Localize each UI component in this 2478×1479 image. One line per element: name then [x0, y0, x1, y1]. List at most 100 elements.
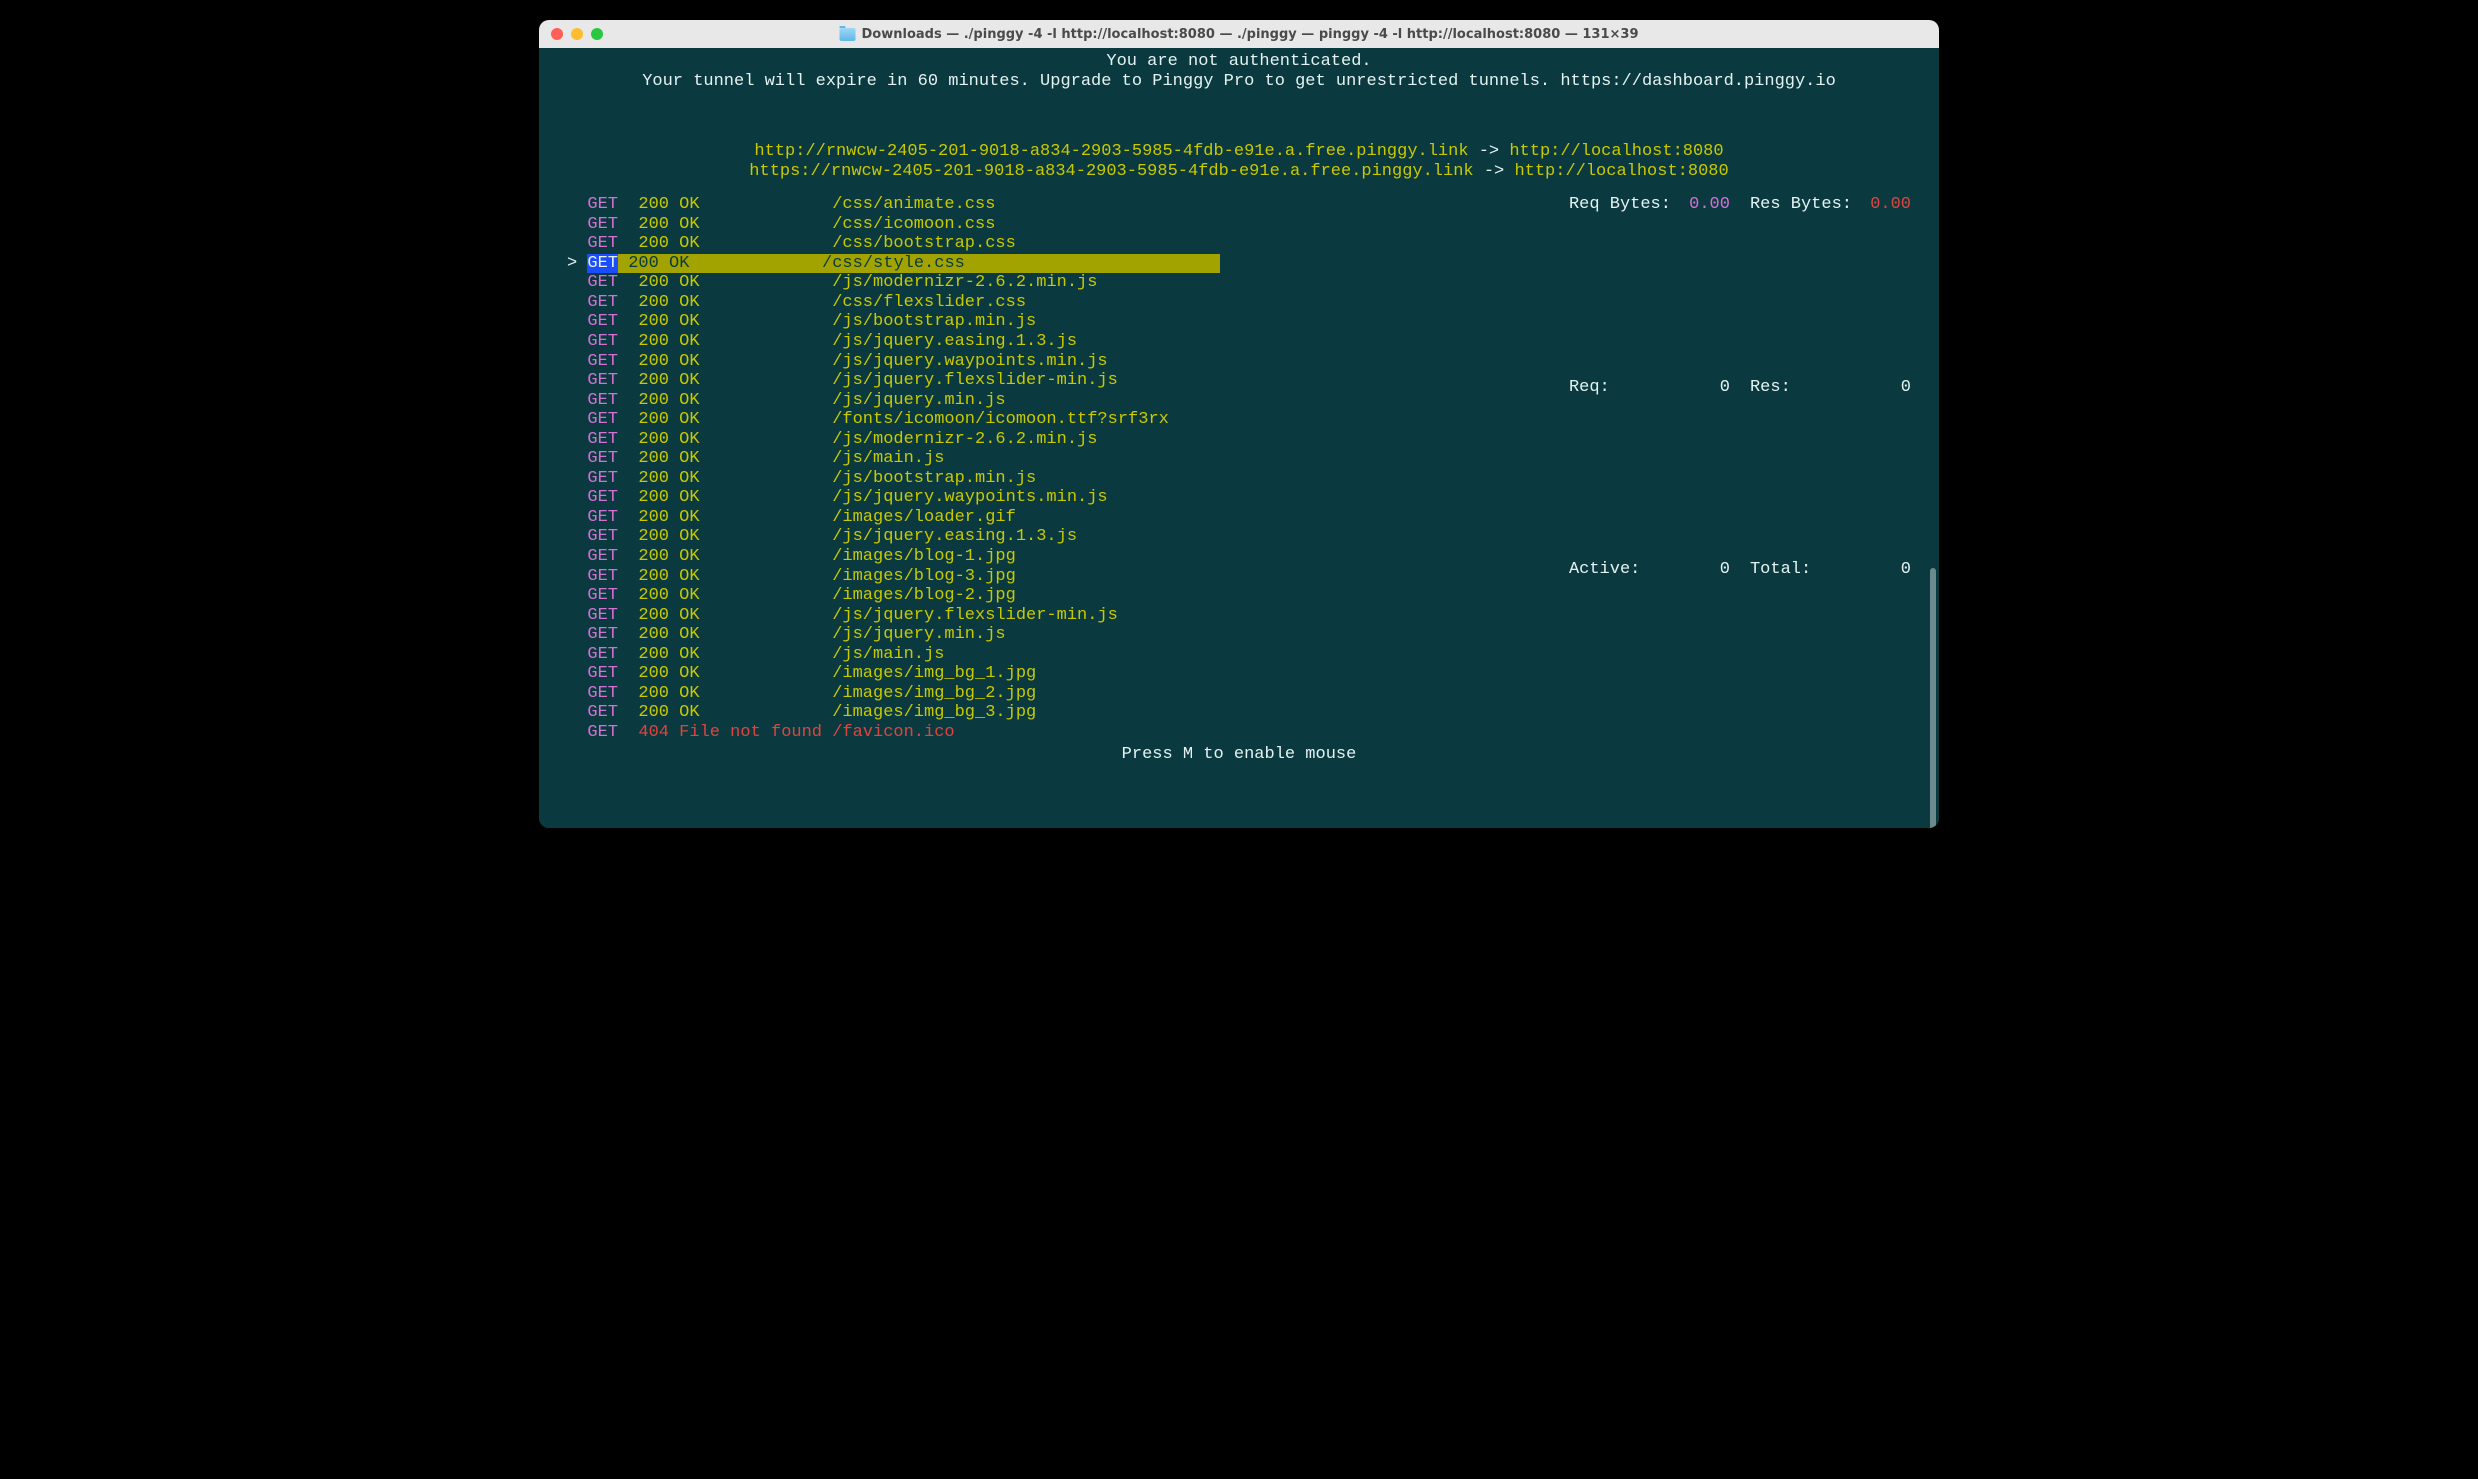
http-method: GET	[587, 723, 628, 743]
http-status-code: 200	[638, 312, 679, 332]
request-path: /js/jquery.easing.1.3.js	[832, 527, 1077, 547]
http-method: GET	[587, 567, 628, 587]
log-row[interactable]: GET 200OK /js/jquery.flexslider-min.js	[567, 606, 1220, 626]
http-status-text: OK	[679, 234, 832, 254]
folder-icon	[840, 28, 856, 41]
log-row[interactable]: GET 200OK /js/jquery.flexslider-min.js	[567, 371, 1220, 391]
http-method: GET	[587, 645, 628, 665]
http-status-code: 200	[638, 469, 679, 489]
request-path: /fonts/icomoon/icomoon.ttf?srf3rx	[832, 410, 1169, 430]
http-status-text: OK	[679, 293, 832, 313]
request-path: /images/blog-2.jpg	[832, 586, 1016, 606]
log-row[interactable]: GET 200OK /images/blog-2.jpg	[567, 586, 1220, 606]
log-row[interactable]: > GET 200 OK /css/style.css	[567, 254, 1220, 274]
scrollbar-thumb[interactable]	[1930, 568, 1936, 828]
req-bytes-value: 0.00	[1679, 195, 1730, 377]
log-row[interactable]: GET 200OK /images/img_bg_3.jpg	[567, 703, 1220, 723]
stats-panel: Req Bytes: 0.00 Res Bytes: 0.00 Req: 0 R…	[1569, 195, 1911, 742]
log-row[interactable]: GET 404File not found /favicon.ico	[567, 723, 1220, 743]
log-row[interactable]: GET 200OK /css/icomoon.css	[567, 215, 1220, 235]
tunnel-mapping: http://rnwcw-2405-201-9018-a834-2903-598…	[539, 142, 1939, 162]
log-row[interactable]: GET 200OK /js/jquery.waypoints.min.js	[567, 488, 1220, 508]
request-path: /css/bootstrap.css	[832, 234, 1016, 254]
tunnel-public-url: https://rnwcw-2405-201-9018-a834-2903-59…	[749, 162, 1473, 181]
total-value: 0	[1860, 560, 1911, 742]
row-marker	[567, 625, 587, 645]
log-row[interactable]: GET 200OK /images/blog-3.jpg	[567, 567, 1220, 587]
row-marker	[567, 352, 587, 372]
http-status-text: OK	[679, 664, 832, 684]
row-marker	[567, 606, 587, 626]
http-method: GET	[587, 410, 628, 430]
window-title-text: Downloads — ./pinggy -4 -l http://localh…	[862, 27, 1639, 42]
log-row[interactable]: GET 200OK /js/jquery.easing.1.3.js	[567, 527, 1220, 547]
http-method: GET	[587, 312, 628, 332]
http-method: GET	[587, 547, 628, 567]
request-path: /css/animate.css	[832, 195, 995, 215]
row-marker	[567, 195, 587, 215]
tunnel-local-url: http://localhost:8080	[1514, 162, 1728, 181]
row-marker	[567, 488, 587, 508]
log-row[interactable]: GET 200OK /js/jquery.waypoints.min.js	[567, 352, 1220, 372]
row-marker	[567, 391, 587, 411]
log-row[interactable]: GET 200OK /js/main.js	[567, 645, 1220, 665]
log-row[interactable]: GET 200OK /images/img_bg_2.jpg	[567, 684, 1220, 704]
log-row[interactable]: GET 200OK /images/img_bg_1.jpg	[567, 664, 1220, 684]
terminal-body[interactable]: You are not authenticated. Your tunnel w…	[539, 48, 1939, 828]
row-marker	[567, 312, 587, 332]
log-row[interactable]: GET 200OK /js/bootstrap.min.js	[567, 469, 1220, 489]
http-status-code: 200	[638, 645, 679, 665]
log-row[interactable]: GET 200OK /css/animate.css	[567, 195, 1220, 215]
request-log[interactable]: GET 200OK /css/animate.css GET 200OK /cs…	[567, 195, 1220, 742]
http-method: GET	[587, 430, 628, 450]
row-marker	[567, 547, 587, 567]
http-method: GET	[587, 273, 628, 293]
res-bytes-value: 0.00	[1860, 195, 1911, 377]
log-row[interactable]: GET 200OK /css/bootstrap.css	[567, 234, 1220, 254]
http-status-code: 200	[638, 586, 679, 606]
http-method: GET	[587, 391, 628, 411]
request-path: /images/blog-1.jpg	[832, 547, 1016, 567]
http-status-code: 200	[638, 293, 679, 313]
http-status-code: 200	[638, 234, 679, 254]
http-status-code: 200	[638, 273, 679, 293]
http-status-code: 200	[638, 215, 679, 235]
log-row[interactable]: GET 200OK /js/jquery.min.js	[567, 391, 1220, 411]
tunnel-mapping: https://rnwcw-2405-201-9018-a834-2903-59…	[539, 162, 1939, 182]
http-method: GET	[587, 625, 628, 645]
http-method: GET	[587, 508, 628, 528]
http-status-code: 200	[638, 488, 679, 508]
row-marker	[567, 293, 587, 313]
log-row[interactable]: GET 200OK /images/loader.gif	[567, 508, 1220, 528]
log-row[interactable]: GET 200OK /images/blog-1.jpg	[567, 547, 1220, 567]
log-row[interactable]: GET 200OK /js/jquery.easing.1.3.js	[567, 332, 1220, 352]
zoom-icon[interactable]	[591, 28, 603, 40]
request-path: /images/loader.gif	[832, 508, 1016, 528]
log-row-selected-rest: 200 OK /css/style.css	[618, 254, 1220, 274]
http-method: GET	[587, 488, 628, 508]
close-icon[interactable]	[551, 28, 563, 40]
row-marker	[567, 215, 587, 235]
http-status-code: 200	[638, 547, 679, 567]
http-status-code: 200	[638, 625, 679, 645]
log-row[interactable]: GET 200OK /css/flexslider.css	[567, 293, 1220, 313]
http-status-text: OK	[679, 645, 832, 665]
log-row[interactable]: GET 200OK /fonts/icomoon/icomoon.ttf?srf…	[567, 410, 1220, 430]
log-row[interactable]: GET 200OK /js/jquery.min.js	[567, 625, 1220, 645]
http-status-code: 200	[638, 703, 679, 723]
row-marker	[567, 234, 587, 254]
footer-hint: Press M to enable mouse	[539, 745, 1939, 765]
request-path: /js/modernizr-2.6.2.min.js	[832, 273, 1097, 293]
request-path: /favicon.ico	[832, 723, 954, 743]
row-marker	[567, 586, 587, 606]
window-titlebar[interactable]: Downloads — ./pinggy -4 -l http://localh…	[539, 20, 1939, 48]
minimize-icon[interactable]	[571, 28, 583, 40]
active-label: Active:	[1569, 560, 1679, 742]
http-method: GET	[587, 254, 618, 274]
http-status-text: OK	[679, 332, 832, 352]
log-row[interactable]: GET 200OK /js/modernizr-2.6.2.min.js	[567, 273, 1220, 293]
log-row[interactable]: GET 200OK /js/modernizr-2.6.2.min.js	[567, 430, 1220, 450]
req-bytes-label: Req Bytes:	[1569, 195, 1679, 377]
log-row[interactable]: GET 200OK /js/main.js	[567, 449, 1220, 469]
log-row[interactable]: GET 200OK /js/bootstrap.min.js	[567, 312, 1220, 332]
